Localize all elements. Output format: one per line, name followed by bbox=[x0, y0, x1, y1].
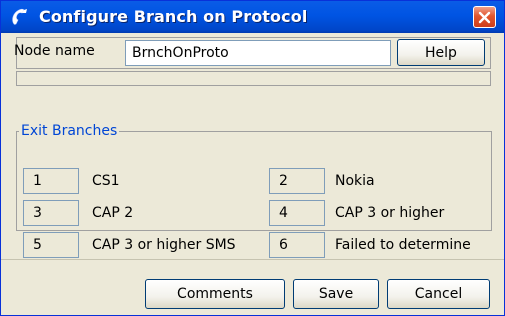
cancel-button[interactable]: Cancel bbox=[387, 279, 490, 309]
help-button[interactable]: Help bbox=[397, 39, 485, 66]
branch-label: CAP 2 bbox=[92, 205, 134, 221]
branch-number: 5 bbox=[23, 232, 79, 258]
title-bar[interactable]: Configure Branch on Protocol bbox=[1, 1, 504, 33]
branch-number: 1 bbox=[23, 168, 79, 194]
exit-branches-legend: Exit Branches bbox=[19, 123, 120, 139]
status-strip bbox=[16, 71, 491, 86]
dialog-window: Configure Branch on Protocol Node name H… bbox=[0, 0, 505, 316]
window-title: Configure Branch on Protocol bbox=[39, 7, 308, 26]
node-name-label: Node name bbox=[14, 43, 95, 59]
telephone-handset-icon bbox=[10, 7, 32, 27]
branch-label: CAP 3 or higher SMS bbox=[92, 237, 236, 253]
branch-label: Nokia bbox=[335, 173, 375, 189]
branch-label: Failed to determine bbox=[335, 237, 471, 253]
node-name-input[interactable] bbox=[125, 40, 391, 66]
branch-number: 3 bbox=[23, 200, 79, 226]
close-button[interactable] bbox=[473, 6, 496, 28]
branch-number: 6 bbox=[269, 232, 325, 258]
close-icon bbox=[478, 11, 491, 24]
branch-number: 4 bbox=[269, 200, 325, 226]
branch-label: CAP 3 or higher bbox=[335, 205, 445, 221]
branch-label: CS1 bbox=[92, 173, 120, 189]
comments-button[interactable]: Comments bbox=[145, 279, 285, 309]
save-button[interactable]: Save bbox=[293, 279, 379, 309]
branch-number: 2 bbox=[269, 168, 325, 194]
